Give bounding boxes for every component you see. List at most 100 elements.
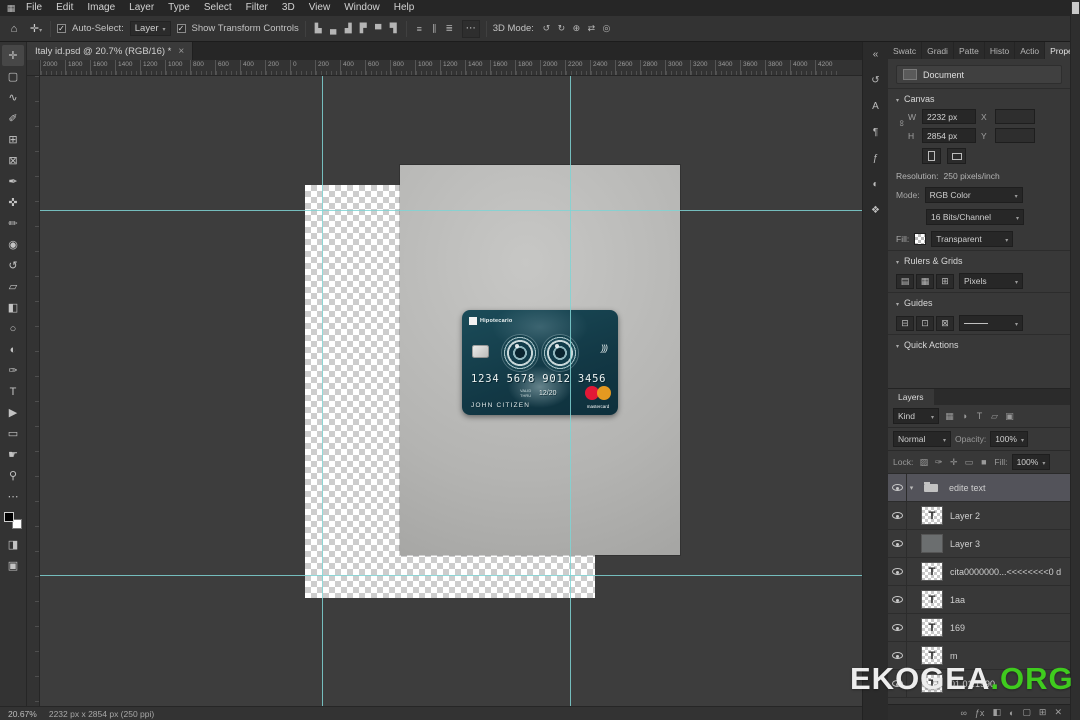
lock-all-icon[interactable]: ■ bbox=[977, 456, 990, 469]
layer-visibility-toggle[interactable] bbox=[888, 586, 907, 613]
zoom-tool[interactable]: ⚲ bbox=[2, 465, 24, 486]
link-dimensions-icon[interactable]: ∞ bbox=[897, 120, 907, 132]
height-input[interactable]: 2854 px bbox=[922, 128, 976, 143]
layer-thumbnail[interactable] bbox=[922, 507, 942, 524]
guide-style-dropdown[interactable] bbox=[959, 315, 1023, 331]
menu-item[interactable]: Edit bbox=[49, 0, 80, 16]
guide-vertical-right[interactable] bbox=[570, 76, 571, 706]
blend-mode-dropdown[interactable]: Normal bbox=[893, 431, 951, 447]
layer-name[interactable]: m bbox=[950, 651, 1070, 661]
menu-item[interactable]: Image bbox=[80, 0, 122, 16]
3d-roll-icon[interactable]: ↻ bbox=[555, 20, 568, 38]
healing-brush-tool[interactable]: ✜ bbox=[2, 192, 24, 213]
move-tool[interactable]: ✛ bbox=[2, 45, 24, 66]
menu-item[interactable]: View bbox=[302, 0, 338, 16]
menu-item[interactable]: Type bbox=[161, 0, 197, 16]
filter-type-layers-icon[interactable]: T bbox=[973, 410, 986, 423]
align-v-center-icon[interactable]: ▀ bbox=[372, 20, 385, 38]
paragraph-panel-icon[interactable]: ¶ bbox=[866, 124, 886, 140]
panel-scrollbar[interactable] bbox=[1070, 0, 1080, 720]
toggle-rulers-icon[interactable]: ▤ bbox=[896, 273, 914, 289]
layer-visibility-toggle[interactable] bbox=[888, 614, 907, 641]
color-swatches[interactable] bbox=[4, 512, 22, 529]
align-bottom-icon[interactable]: ▜ bbox=[387, 20, 400, 38]
home-icon[interactable]: ⌂ bbox=[6, 20, 22, 38]
zoom-level[interactable]: 20.67% bbox=[8, 709, 37, 719]
distribute-v-icon[interactable]: ≡ bbox=[413, 20, 426, 38]
layer-thumbnail[interactable] bbox=[922, 563, 942, 580]
rulers-grids-section-header[interactable]: Rulers & Grids bbox=[888, 250, 1070, 270]
character-panel-icon[interactable]: A bbox=[866, 98, 886, 114]
toggle-grid-icon[interactable]: ▦ bbox=[916, 273, 934, 289]
3d-scale-icon[interactable]: ◎ bbox=[600, 20, 613, 38]
auto-select-target-dropdown[interactable]: Layer bbox=[129, 21, 171, 36]
foreground-color-swatch[interactable] bbox=[4, 512, 14, 522]
color-mode-dropdown[interactable]: RGB Color bbox=[924, 187, 1023, 203]
layer-thumbnail[interactable] bbox=[922, 591, 942, 608]
menu-item[interactable]: Window bbox=[337, 0, 387, 16]
history-panel-icon[interactable]: ↺ bbox=[866, 72, 886, 88]
align-top-icon[interactable]: ▛ bbox=[357, 20, 370, 38]
add-horizontal-guide-icon[interactable]: ⊟ bbox=[896, 315, 914, 331]
new-group-icon[interactable]: ▢ bbox=[1022, 707, 1031, 718]
layer-row[interactable]: cita0000000...<<<<<<<<0 d bbox=[888, 558, 1070, 586]
canvas-fill-dropdown[interactable]: Transparent bbox=[931, 231, 1014, 247]
pen-tool[interactable]: ✑ bbox=[2, 360, 24, 381]
lock-pixels-icon[interactable]: ✑ bbox=[932, 456, 945, 469]
edit-toolbar-button[interactable]: ⋯ bbox=[2, 486, 24, 507]
quick-mask-button[interactable]: ◨ bbox=[2, 534, 24, 555]
filter-smart-objects-icon[interactable]: ▣ bbox=[1003, 410, 1016, 423]
more-options-button[interactable]: ⋯ bbox=[461, 19, 480, 38]
layer-thumbnail[interactable] bbox=[922, 535, 942, 552]
3d-pan-icon[interactable]: ⊕ bbox=[570, 20, 583, 38]
layer-name[interactable]: cita0000000...<<<<<<<<0 d bbox=[950, 567, 1070, 577]
add-vertical-guide-icon[interactable]: ⊡ bbox=[916, 315, 934, 331]
layer-row[interactable]: edite text bbox=[888, 474, 1070, 502]
layers-tab[interactable]: Layers bbox=[888, 389, 934, 405]
tab-actions[interactable]: Actio bbox=[1015, 42, 1046, 59]
distribute-h-icon[interactable]: ∥ bbox=[428, 20, 441, 38]
filter-pixel-layers-icon[interactable]: ▦ bbox=[943, 410, 956, 423]
guides-section-header[interactable]: Guides bbox=[888, 292, 1070, 312]
guide-vertical-left[interactable] bbox=[322, 76, 323, 706]
units-dropdown[interactable]: Pixels bbox=[959, 273, 1023, 289]
y-input[interactable] bbox=[995, 128, 1035, 143]
layer-fill-input[interactable]: 100% bbox=[1011, 454, 1050, 470]
show-transform-checkbox[interactable] bbox=[176, 24, 186, 33]
lasso-tool[interactable]: ∿ bbox=[2, 87, 24, 108]
link-layers-icon[interactable]: ∞ bbox=[961, 708, 967, 718]
lock-transparency-icon[interactable]: ▨ bbox=[917, 456, 930, 469]
filter-shape-layers-icon[interactable]: ▱ bbox=[988, 410, 1001, 423]
x-input[interactable] bbox=[995, 109, 1035, 124]
tab-swatches[interactable]: Swatc bbox=[888, 42, 923, 59]
add-layer-mask-icon[interactable]: ◧ bbox=[992, 707, 1001, 718]
clone-stamp-tool[interactable]: ◉ bbox=[2, 234, 24, 255]
expand-panels-icon[interactable]: « bbox=[866, 46, 886, 62]
rectangle-tool[interactable]: ▭ bbox=[2, 423, 24, 444]
marquee-tool[interactable]: ▢ bbox=[2, 66, 24, 87]
layer-thumbnail[interactable] bbox=[921, 479, 941, 496]
layer-row[interactable]: Layer 3 bbox=[888, 530, 1070, 558]
menu-item[interactable]: File bbox=[19, 0, 49, 16]
delete-layer-icon[interactable]: ✕ bbox=[1054, 707, 1062, 718]
new-layer-icon[interactable]: ⊞ bbox=[1039, 707, 1047, 718]
glyphs-panel-icon[interactable]: ƒ bbox=[866, 150, 886, 166]
filter-kind-dropdown[interactable]: Kind bbox=[893, 408, 939, 424]
type-tool[interactable]: T bbox=[2, 381, 24, 402]
frame-tool[interactable]: ⊠ bbox=[2, 150, 24, 171]
layer-visibility-toggle[interactable] bbox=[888, 474, 907, 501]
tab-gradients[interactable]: Gradi bbox=[922, 42, 954, 59]
align-right-icon[interactable]: ▟ bbox=[342, 20, 355, 38]
layer-row[interactable]: Layer 2 bbox=[888, 502, 1070, 530]
brush-tool[interactable]: ✏ bbox=[2, 213, 24, 234]
layer-row[interactable]: 169 bbox=[888, 614, 1070, 642]
adjustment-layer-icon[interactable]: ◐ bbox=[1009, 708, 1014, 718]
layer-name[interactable]: 1aa bbox=[950, 595, 1070, 605]
canvas-section-header[interactable]: Canvas bbox=[888, 88, 1070, 108]
opacity-input[interactable]: 100% bbox=[990, 431, 1029, 447]
landscape-orientation-button[interactable] bbox=[947, 148, 966, 164]
lock-artboard-icon[interactable]: ▭ bbox=[962, 456, 975, 469]
quick-actions-section-header[interactable]: Quick Actions bbox=[888, 334, 1070, 354]
3d-orbit-icon[interactable]: ↺ bbox=[540, 20, 553, 38]
close-tab-icon[interactable]: × bbox=[178, 46, 184, 57]
